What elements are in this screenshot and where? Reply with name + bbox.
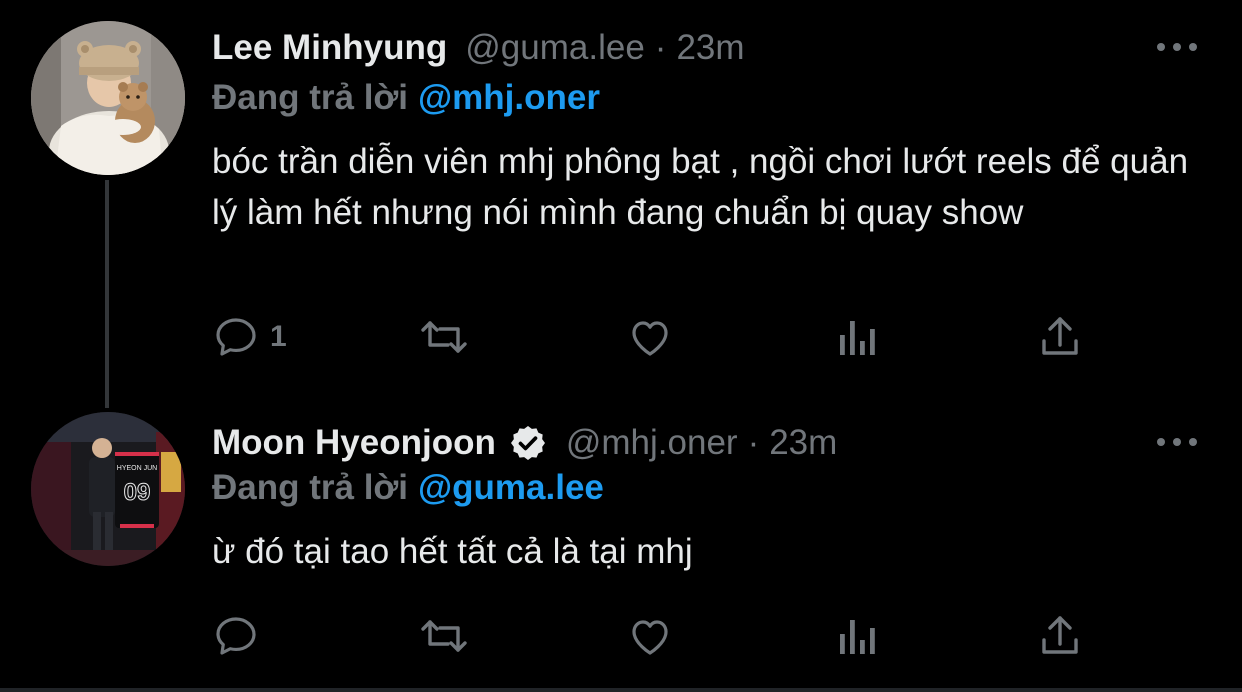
replying-to-label: Đang trả lời (212, 78, 409, 117)
timestamp[interactable]: 23m (676, 26, 744, 70)
reply-button[interactable]: 1 (212, 312, 287, 362)
replying-to: Đang trả lời @mhj.oner (212, 76, 600, 120)
tweet-text: bóc trần diễn viên mhj phông bạt , ngồi … (212, 142, 1189, 232)
share-button[interactable] (1038, 312, 1082, 362)
bar-chart-icon (840, 321, 875, 355)
tweet-header: Moon Hyeonjoon @mhj.oner · 23m (212, 421, 837, 465)
share-button[interactable] (1038, 611, 1082, 661)
more-options-icon[interactable] (1157, 37, 1197, 57)
avatar-photo: HYEON JUN 09 (31, 412, 185, 566)
comment-icon (216, 318, 256, 356)
tweet-item[interactable]: Lee Minhyung @guma.lee · 23m Đang trả lờ… (0, 0, 1242, 395)
tweet-item[interactable]: HYEON JUN 09 Moon Hyeonjoon @mhj.oner · … (0, 395, 1242, 692)
author-name[interactable]: Lee Minhyung (212, 26, 447, 70)
replying-to-handle[interactable]: @mhj.oner (418, 78, 600, 117)
dot-icon (1173, 43, 1181, 51)
retweet-icon (421, 321, 467, 353)
reply-count: 1 (270, 320, 287, 353)
tweet-header: Lee Minhyung @guma.lee · 23m (212, 26, 745, 70)
jersey-number-text: 09 (124, 479, 151, 506)
analytics-button[interactable] (834, 611, 878, 661)
author-name[interactable]: Moon Hyeonjoon (212, 421, 496, 465)
dot-icon (1157, 438, 1165, 446)
dot-icon (1173, 438, 1181, 446)
like-button[interactable] (626, 611, 674, 661)
dot-icon (1189, 438, 1197, 446)
tweet-text: ừ đó tại tao hết tất cả là tại mhj (212, 532, 693, 571)
separator-dot: · (654, 28, 667, 67)
analytics-button[interactable] (834, 312, 878, 362)
author-handle[interactable]: @mhj.oner (566, 421, 738, 465)
verified-badge-icon (508, 423, 548, 463)
heart-icon (632, 620, 668, 655)
verified-check-icon (510, 426, 545, 460)
replying-to-handle[interactable]: @guma.lee (418, 468, 604, 507)
jersey-name-text: HYEON JUN (117, 465, 157, 472)
dot-icon (1189, 43, 1197, 51)
tweet-actions (212, 611, 1112, 661)
more-options-icon[interactable] (1157, 432, 1197, 452)
replying-to-label: Đang trả lời (212, 468, 409, 507)
share-icon (1042, 616, 1078, 654)
dot-icon (1157, 43, 1165, 51)
avatar-photo (31, 21, 185, 175)
author-handle[interactable]: @guma.lee (465, 26, 645, 70)
heart-icon (632, 321, 668, 356)
retweet-button[interactable] (418, 611, 470, 661)
like-button[interactable] (626, 312, 674, 362)
retweet-button[interactable] (418, 312, 470, 362)
reply-button[interactable] (212, 611, 270, 661)
avatar[interactable]: HYEON JUN 09 (31, 412, 185, 566)
retweet-icon (421, 620, 467, 652)
share-icon (1042, 317, 1078, 355)
comment-icon (216, 617, 256, 655)
replying-to: Đang trả lời @guma.lee (212, 466, 604, 510)
avatar[interactable] (31, 21, 185, 175)
bar-chart-icon (840, 620, 875, 654)
tweet-actions: 1 (212, 312, 1112, 362)
separator-dot: · (747, 423, 760, 462)
timestamp[interactable]: 23m (769, 421, 837, 465)
divider (0, 688, 1242, 692)
